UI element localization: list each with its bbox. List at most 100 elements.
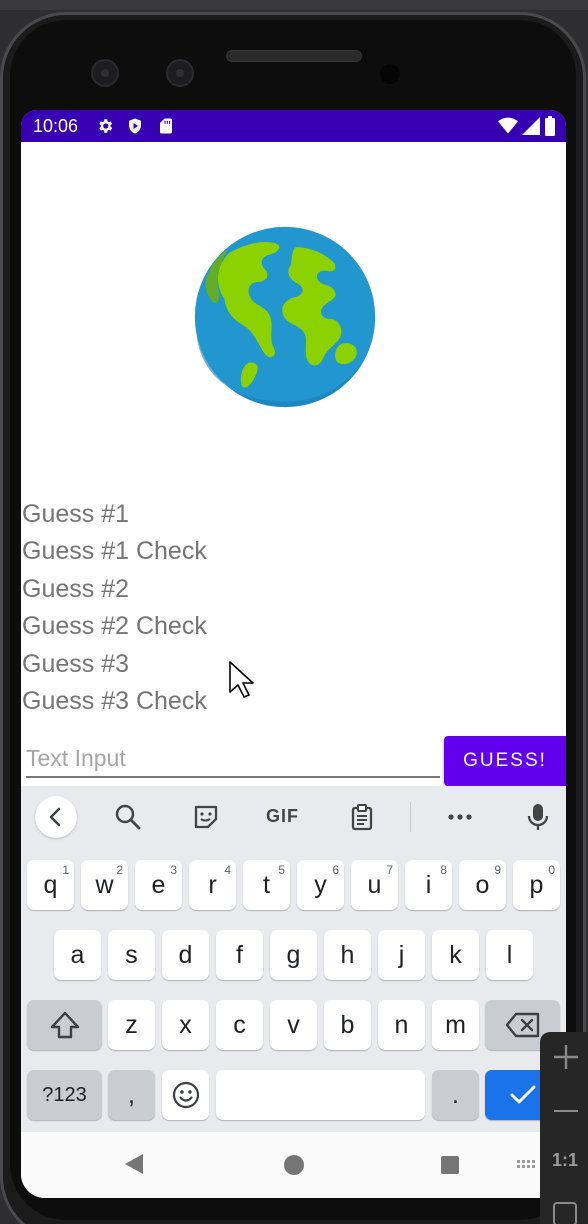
sd-card-icon [160, 118, 172, 134]
play-protect-shield-icon [129, 118, 141, 134]
zoom-fit-icon[interactable] [553, 1202, 577, 1224]
key-label: y [314, 870, 327, 899]
nav-recents-square-icon[interactable] [441, 1156, 459, 1174]
key-label: j [398, 940, 405, 969]
key-hint: 5 [278, 863, 285, 877]
key-t[interactable]: t5 [243, 860, 290, 910]
key-label: i [425, 870, 432, 899]
key-label: e [151, 870, 166, 899]
chevron-left-icon [49, 807, 61, 827]
key-k[interactable]: k [432, 930, 479, 980]
key-label: , [128, 1080, 135, 1109]
emulator-stage: 10:06 Guess #1 Guess #1 Check Guess #2 G… [0, 0, 588, 1224]
key-n[interactable]: n [378, 1000, 425, 1050]
key-y[interactable]: y6 [297, 860, 344, 910]
settings-gear-icon [99, 119, 113, 133]
cell-signal-icon [522, 117, 540, 135]
toolbar-divider [410, 802, 411, 832]
key-label: c [233, 1010, 246, 1039]
search-icon[interactable] [113, 802, 143, 832]
guess-1-check-label: Guess #1 Check [22, 537, 207, 565]
toolbar-back-button[interactable] [35, 796, 77, 838]
backspace-icon [505, 1012, 539, 1038]
key-b[interactable]: b [324, 1000, 371, 1050]
key-label: l [506, 940, 513, 969]
keyboard-switch-icon[interactable] [517, 1160, 541, 1170]
key-c[interactable]: c [216, 1000, 263, 1050]
key-x[interactable]: x [162, 1000, 209, 1050]
key-label: x [179, 1010, 192, 1039]
key-o[interactable]: o9 [459, 860, 506, 910]
key-h[interactable]: h [324, 930, 371, 980]
key-l[interactable]: l [486, 930, 533, 980]
window-top-strip [0, 0, 588, 10]
more-options-icon[interactable] [445, 802, 475, 832]
space-key[interactable] [216, 1070, 425, 1120]
gif-button[interactable]: GIF [266, 806, 299, 827]
key-hint: 6 [332, 863, 339, 877]
zoom-out-minus-icon[interactable] [554, 1110, 578, 1112]
key-hint: 7 [386, 863, 393, 877]
key-label: a [70, 940, 85, 969]
zoom-one-to-one-button[interactable]: 1:1 [552, 1150, 578, 1171]
symbols-key[interactable]: ?123 [27, 1070, 102, 1120]
keyboard-toolbar: GIF [21, 786, 566, 846]
key-label: k [449, 940, 462, 969]
key-f[interactable]: f [216, 930, 263, 980]
zoom-in-plus-icon[interactable] [553, 1044, 579, 1070]
key-label: d [178, 940, 193, 969]
key-label: w [95, 870, 114, 899]
key-label: f [236, 940, 243, 969]
key-hint: 4 [224, 863, 231, 877]
guess-2-label: Guess #2 [22, 575, 130, 603]
key-hint: 3 [170, 863, 177, 877]
sticker-icon[interactable] [191, 802, 221, 832]
guess-text-input[interactable] [26, 732, 440, 776]
guess-2-check-label: Guess #2 Check [22, 612, 207, 640]
key-p[interactable]: p0 [513, 860, 560, 910]
soft-keyboard: GIF q1 w2 e3 r4 t 5 y 6 u 7 i 8 o 9 p 0 … [21, 786, 566, 1132]
guess-button[interactable]: GUESS! [444, 736, 566, 786]
key-m[interactable]: m [432, 1000, 479, 1050]
key-w[interactable]: w2 [81, 860, 128, 910]
comma-key[interactable]: , [108, 1070, 155, 1120]
status-time: 10:06 [33, 116, 79, 136]
key-label: h [340, 940, 355, 969]
key-e[interactable]: e3 [135, 860, 182, 910]
key-v[interactable]: v [270, 1000, 317, 1050]
key-g[interactable]: g [270, 930, 317, 980]
shift-key[interactable] [27, 1000, 102, 1050]
key-d[interactable]: d [162, 930, 209, 980]
emoji-key[interactable] [162, 1070, 209, 1120]
key-s[interactable]: s [108, 930, 155, 980]
key-hint: 8 [440, 863, 447, 877]
key-i[interactable]: i8 [405, 860, 452, 910]
key-q[interactable]: q1 [27, 860, 74, 910]
key-hint: 9 [494, 863, 501, 877]
key-label: o [475, 870, 490, 899]
key-label: r [208, 870, 217, 899]
key-label: v [287, 1010, 300, 1039]
period-key[interactable]: . [432, 1070, 479, 1120]
key-hint: 1 [62, 863, 69, 877]
earpiece-speaker [226, 50, 362, 62]
guess-1-label: Guess #1 [22, 500, 130, 528]
nav-home-circle-icon[interactable] [284, 1155, 304, 1175]
microphone-icon[interactable] [523, 802, 553, 832]
nav-back-triangle-icon[interactable] [125, 1154, 143, 1174]
front-camera-icon [91, 59, 119, 87]
key-r[interactable]: r4 [189, 860, 236, 910]
key-a[interactable]: a [54, 930, 101, 980]
text-input-container [26, 732, 440, 778]
emoji-smiley-icon [172, 1081, 199, 1109]
key-z[interactable]: z [108, 1000, 155, 1050]
device-screen: 10:06 Guess #1 Guess #1 Check Guess #2 G… [21, 110, 566, 1198]
battery-icon [545, 116, 555, 136]
key-label: u [367, 870, 382, 899]
key-u[interactable]: u7 [351, 860, 398, 910]
key-j[interactable]: j [378, 930, 425, 980]
clipboard-icon[interactable] [347, 802, 377, 832]
shift-arrow-icon [50, 1011, 79, 1039]
guess-3-check-label: Guess #3 Check [22, 687, 207, 715]
key-label: n [394, 1010, 409, 1039]
